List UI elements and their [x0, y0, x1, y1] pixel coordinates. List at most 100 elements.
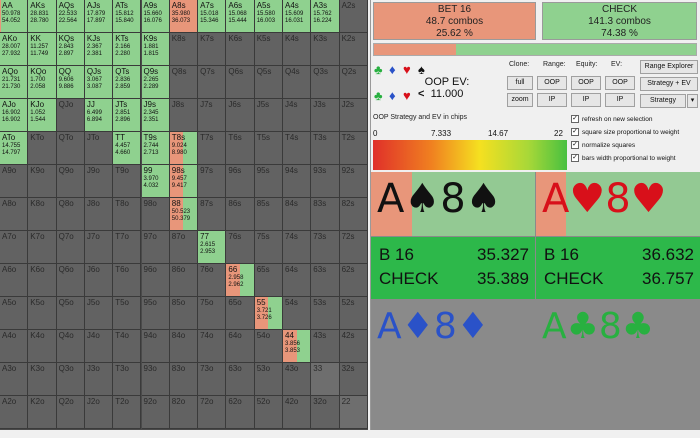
diamond-suit-icon[interactable]: ♦ — [389, 62, 396, 77]
hand-cell[interactable]: 4.457 4.660 TT — [113, 132, 142, 165]
hand-cell[interactable]: J6o — [84, 264, 114, 297]
hand-cell[interactable]: 9.606 9.886 QQ — [56, 66, 85, 99]
hand-cell[interactable]: T3s — [311, 132, 340, 165]
hand-cell[interactable]: JTo — [84, 132, 114, 165]
hand-cell[interactable]: 87s — [198, 198, 227, 231]
hand-cell[interactable]: 50.523 50.379 88 — [169, 198, 199, 231]
hand-cell[interactable]: QTo — [56, 132, 85, 165]
hand-cell[interactable]: 72o — [198, 396, 227, 429]
hand-cell[interactable]: 73s — [311, 231, 340, 264]
hand-cell[interactable]: T3o — [113, 363, 142, 396]
strategy-button[interactable]: Strategy — [640, 94, 686, 108]
hand-cell[interactable]: 2.836 2.859 QTs — [113, 66, 142, 99]
hand-cell[interactable]: Q4o — [56, 330, 85, 363]
hand-cell[interactable]: K4s — [283, 33, 312, 66]
hand-cell[interactable]: 3.067 3.087 QJs — [84, 66, 114, 99]
hand-cell[interactable]: 84o — [169, 330, 199, 363]
hand-cell[interactable]: 9.024 8.980 T8s — [169, 132, 199, 165]
hand-cell[interactable]: J2s — [339, 99, 368, 132]
hand-cell[interactable]: 97s — [198, 165, 227, 198]
normalize-checkbox[interactable]: ✓ normalize squares — [571, 140, 635, 151]
hand-cell[interactable]: 76o — [198, 264, 227, 297]
hand-cell[interactable]: 42s — [339, 330, 368, 363]
hand-cell[interactable]: 53o — [254, 363, 283, 396]
hand-cell[interactable]: A2o — [0, 396, 29, 429]
hand-cell[interactable]: 63s — [311, 264, 340, 297]
hand-cell[interactable]: A9o — [0, 165, 29, 198]
hand-cell[interactable]: K4o — [28, 330, 57, 363]
equity-oop-button[interactable]: OOP — [571, 76, 601, 90]
hand-cell[interactable]: KTo — [28, 132, 57, 165]
hand-cell[interactable]: 75s — [254, 231, 283, 264]
hand-cell[interactable]: 15.660 16.076 A9s — [141, 0, 170, 33]
hand-cell[interactable]: T5s — [254, 132, 283, 165]
hand-cell[interactable]: 65s — [254, 264, 283, 297]
hand-cell[interactable]: 93o — [141, 363, 170, 396]
hand-cell[interactable]: 21.731 21.730 AQo — [0, 66, 29, 99]
hand-cell[interactable]: 2.744 2.713 T9s — [141, 132, 170, 165]
hand-cell[interactable]: 2.265 2.289 Q9s — [141, 66, 170, 99]
range-oop-button[interactable]: OOP — [537, 76, 567, 90]
hand-cell[interactable]: 32s — [339, 363, 368, 396]
hand-cell[interactable]: K8o — [28, 198, 57, 231]
strategy-dropdown-icon[interactable]: ▾ — [687, 94, 698, 108]
hand-cell[interactable]: T4o — [113, 330, 142, 363]
hand-cell[interactable]: 9.457 9.417 98s — [169, 165, 199, 198]
hand-cell[interactable]: 15.609 16.031 A4s — [283, 0, 312, 33]
hand-cell[interactable]: T7o — [113, 231, 142, 264]
equity-ip-button[interactable]: IP — [571, 93, 601, 107]
hand-cell[interactable]: A7o — [0, 231, 29, 264]
club-suit-icon[interactable]: ♣ — [374, 88, 383, 103]
hand-cell[interactable]: J7o — [84, 231, 114, 264]
hand-cell[interactable]: 75o — [198, 297, 227, 330]
hand-card-diamonds[interactable]: A♦8♦ — [371, 300, 535, 362]
hand-cell[interactable]: 3.856 3.853 44 — [283, 330, 312, 363]
heart-suit-icon[interactable]: ♥ — [403, 88, 411, 103]
hand-cell[interactable]: 2.958 2.962 66 — [226, 264, 255, 297]
hand-cell[interactable]: T4s — [283, 132, 312, 165]
hand-cell[interactable]: 32o — [311, 396, 340, 429]
hand-cell[interactable]: 43o — [283, 363, 312, 396]
hand-cell[interactable]: 22.533 22.564 AQs — [56, 0, 85, 33]
hand-cell[interactable]: 6.499 6.894 JJ — [84, 99, 114, 132]
hand-cell[interactable]: 3.970 4.032 99 — [141, 165, 170, 198]
hand-cell[interactable]: 33 — [311, 363, 340, 396]
hand-cell[interactable]: 98o — [141, 198, 170, 231]
spade-suit-icon[interactable]: ♠ — [418, 62, 425, 77]
hand-cell[interactable]: K7s — [198, 33, 227, 66]
hand-cell[interactable]: J4s — [283, 99, 312, 132]
hand-cell[interactable]: A5o — [0, 297, 29, 330]
hand-cell[interactable]: Q2o — [56, 396, 85, 429]
hand-cell[interactable]: 73o — [198, 363, 227, 396]
strategy-ev-button[interactable]: Strategy + EV — [640, 77, 698, 91]
hand-cell[interactable]: 42o — [283, 396, 312, 429]
hand-cell[interactable]: 62o — [226, 396, 255, 429]
hand-cell[interactable]: Q7o — [56, 231, 85, 264]
hand-cell[interactable]: 15.762 16.224 A3s — [311, 0, 340, 33]
hand-cell[interactable]: A2s — [339, 0, 368, 33]
hand-cell[interactable]: J5s — [254, 99, 283, 132]
hand-cell[interactable]: 52s — [339, 297, 368, 330]
hand-cell[interactable]: 94o — [141, 330, 170, 363]
hand-cell[interactable]: K5s — [254, 33, 283, 66]
hand-cell[interactable]: 74o — [198, 330, 227, 363]
hand-cell[interactable]: A8o — [0, 198, 29, 231]
hand-cell[interactable]: J8s — [169, 99, 199, 132]
hand-cell[interactable]: J3s — [311, 99, 340, 132]
check-action-box[interactable]: CHECK 141.3 combos 74.38 % — [542, 2, 697, 40]
hand-cell[interactable]: T2o — [113, 396, 142, 429]
hand-cell[interactable]: 82o — [169, 396, 199, 429]
hand-cell[interactable]: Q7s — [198, 66, 227, 99]
hand-cell[interactable]: 11.257 11.749 KK — [28, 33, 57, 66]
bars-width-checkbox[interactable]: ✓ bars width proportional to weight — [571, 153, 676, 164]
hand-cell[interactable]: Q8o — [56, 198, 85, 231]
hand-cell[interactable]: 74s — [283, 231, 312, 264]
hand-cell[interactable]: Q5s — [254, 66, 283, 99]
hand-cell[interactable]: 15.068 15.444 A6s — [226, 0, 255, 33]
hand-cell[interactable]: 95o — [141, 297, 170, 330]
hand-cell[interactable]: 15.812 15.840 ATs — [113, 0, 142, 33]
hand-cell[interactable]: T5o — [113, 297, 142, 330]
hand-cell[interactable]: 15.018 15.346 A7s — [198, 0, 227, 33]
hand-cell[interactable]: 28.007 27.932 AKo — [0, 33, 29, 66]
hand-cell[interactable]: J7s — [198, 99, 227, 132]
